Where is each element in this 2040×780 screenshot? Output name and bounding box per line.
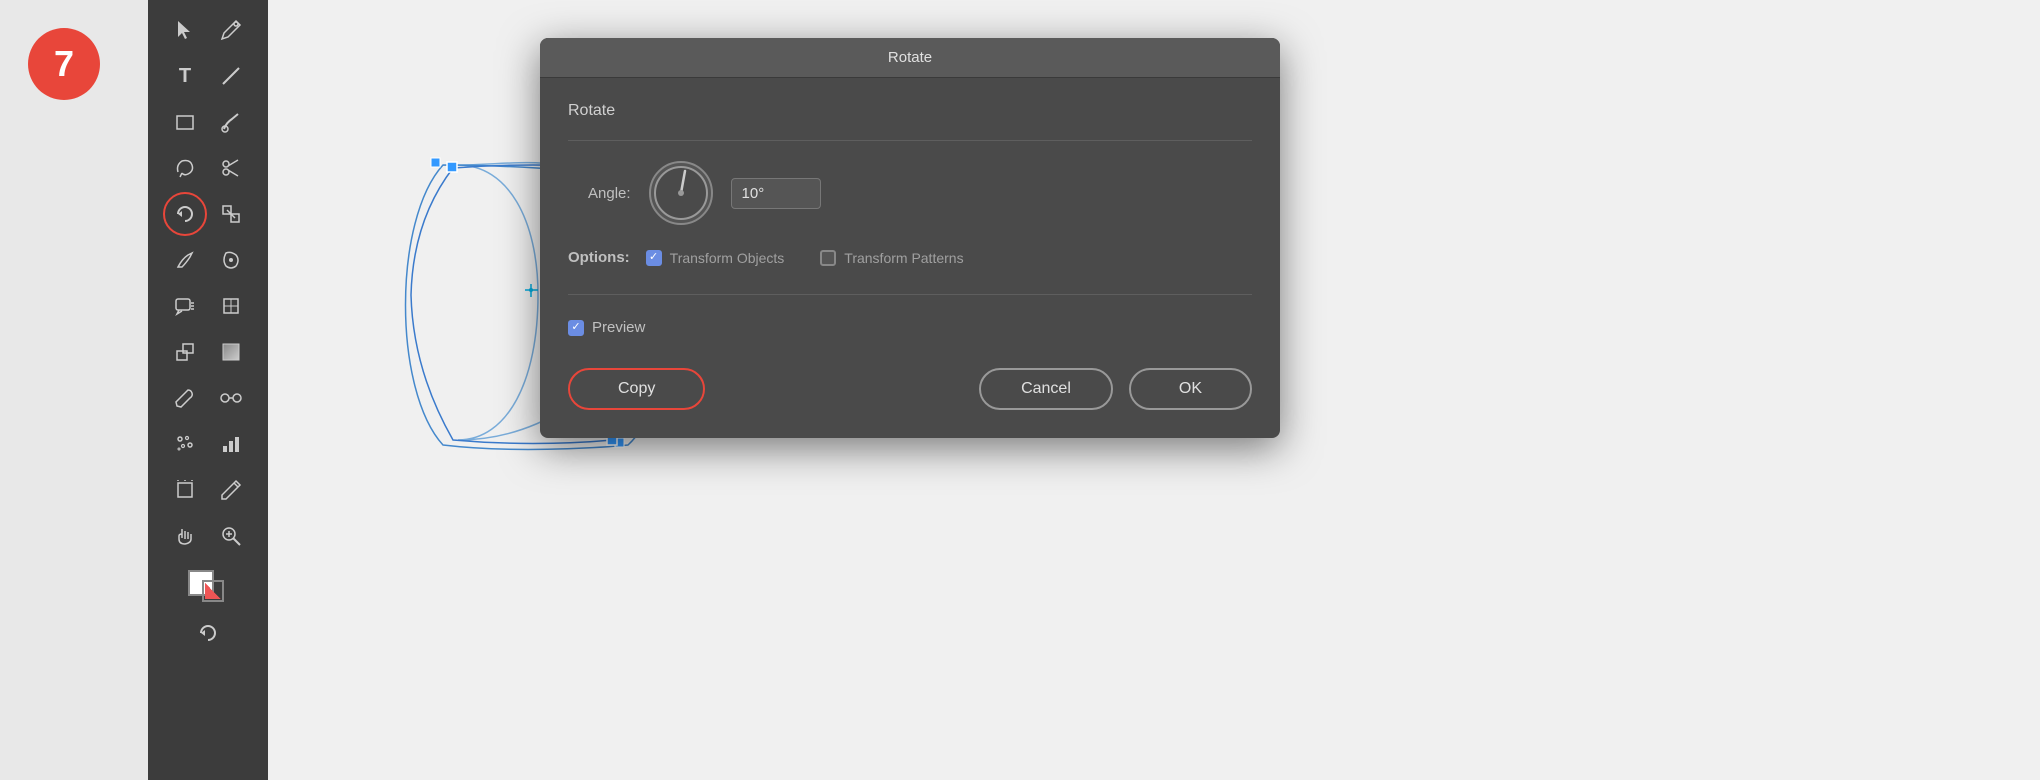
graph-tool[interactable] [209,422,253,466]
eyedropper-tool[interactable] [163,376,207,420]
paintbrush-tool[interactable] [209,100,253,144]
angle-label: Angle: [588,185,631,202]
ok-button[interactable]: OK [1129,368,1252,410]
transform-patterns-label: Transform Patterns [844,250,963,266]
pen-tool[interactable] [209,8,253,52]
tool-row-6 [163,238,253,282]
transform-objects-checkbox[interactable]: ✓ [646,250,662,266]
line-tool[interactable] [209,54,253,98]
preview-checkbox-label[interactable]: ✓ Preview [568,319,645,336]
preview-label: Preview [592,319,645,336]
step-badge: 7 [28,28,100,100]
rotate-dialog: Rotate Rotate Angle: Options: [540,38,1280,438]
tool-row-8 [163,330,253,374]
preview-checkbox[interactable]: ✓ [568,320,584,336]
rectangle-tool[interactable] [163,100,207,144]
rotate-tool[interactable] [163,192,207,236]
selection-tool[interactable] [163,8,207,52]
fill-stroke-swatches[interactable] [186,568,230,606]
transform-objects-checkbox-label[interactable]: ✓ Transform Objects [646,250,785,266]
cancel-button[interactable]: Cancel [979,368,1113,410]
blend-tool[interactable] [209,376,253,420]
knife-tool[interactable] [163,238,207,282]
comment-tool[interactable] [163,284,207,328]
tool-row-2: T [163,54,253,98]
color-swatches [186,568,230,606]
step-number: 7 [54,43,74,85]
dialog-title: Rotate [888,49,932,66]
angle-input[interactable] [731,178,821,209]
transform-patterns-checkbox[interactable] [820,250,836,266]
tool-row-12 [163,514,253,558]
tool-row-11 [163,468,253,512]
artboard-tool[interactable] [163,468,207,512]
tool-row-9 [163,376,253,420]
transform-tool[interactable] [209,192,253,236]
shape-builder-tool[interactable] [163,330,207,374]
separator-1 [568,140,1252,141]
text-tool[interactable]: T [163,54,207,98]
symbol-sprayer-tool[interactable] [163,422,207,466]
tool-row-1 [163,8,253,52]
undo-row [186,612,230,656]
preview-row: ✓ Preview [568,319,1252,336]
scissors-tool[interactable] [209,146,253,190]
undo-button[interactable] [186,612,230,656]
transform-patterns-checkbox-label[interactable]: Transform Patterns [820,250,963,266]
toolbar: T [148,0,268,780]
dialog-body: Rotate Angle: Options: ✓ [540,78,1280,438]
mesh-tool[interactable] [209,284,253,328]
options-row: Options: ✓ Transform Objects Transform P… [568,249,1252,266]
tool-row-7 [163,284,253,328]
transform-objects-label: Transform Objects [670,250,785,266]
pencil-tool[interactable] [209,468,253,512]
copy-button[interactable]: Copy [568,368,705,410]
separator-2 [568,294,1252,295]
tool-row-10 [163,422,253,466]
rotate-section-title: Rotate [568,102,1252,120]
options-label: Options: [568,249,630,266]
preview-checkmark: ✓ [571,322,580,333]
gradient-tool[interactable] [209,330,253,374]
hand-tool[interactable] [163,514,207,558]
tool-row-5 [163,192,253,236]
lasso-tool[interactable] [163,146,207,190]
puppet-warp-tool[interactable] [209,238,253,282]
transform-objects-checkmark: ✓ [649,252,658,263]
tool-row-4 [163,146,253,190]
tool-row-3 [163,100,253,144]
angle-dial[interactable] [649,161,713,225]
dialog-titlebar: Rotate [540,38,1280,78]
angle-row: Angle: [568,161,1252,225]
dialog-buttons: Copy Cancel OK [568,368,1252,410]
zoom-tool[interactable] [209,514,253,558]
